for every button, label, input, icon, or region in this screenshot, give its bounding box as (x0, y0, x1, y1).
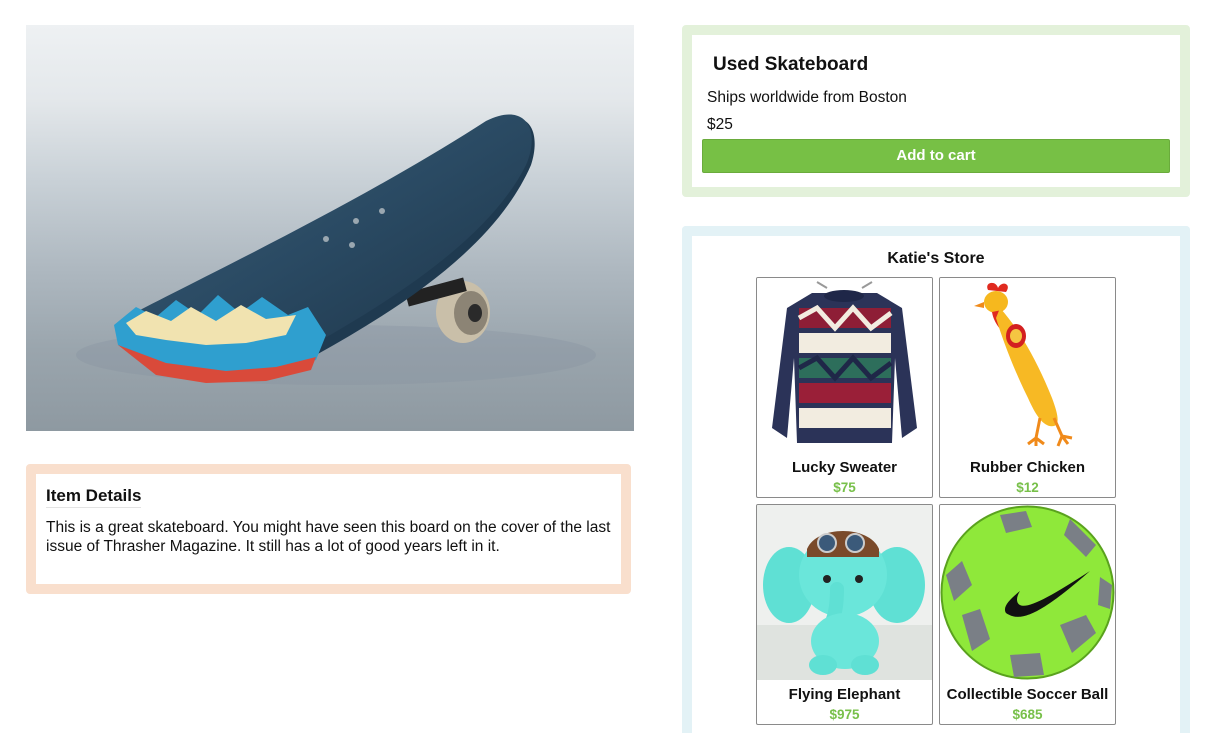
store-item-name: Lucky Sweater (791, 459, 898, 476)
sweater-image (757, 278, 932, 453)
store-item-collectible-soccer-ball[interactable]: Collectible Soccer Ball $685 (939, 504, 1116, 725)
product-title: Used Skateboard (713, 54, 869, 75)
store-item-price: $685 (1012, 707, 1043, 722)
store-item-name: Flying Elephant (788, 686, 901, 703)
store-items-grid: Lucky Sweater $75 Rubber Chicken $12 Fly… (756, 277, 1116, 725)
item-description: This is a great skateboard. You might ha… (46, 519, 611, 555)
store-item-name: Rubber Chicken (969, 459, 1086, 476)
store-item-flying-elephant[interactable]: Flying Elephant $975 (756, 504, 933, 725)
store-item-name: Collectible Soccer Ball (946, 686, 1109, 703)
store-item-rubber-chicken[interactable]: Rubber Chicken $12 (939, 277, 1116, 498)
store-item-price: $975 (829, 707, 860, 722)
store-panel: Katie's Store Lucky Sweater $75 Rubber C… (682, 226, 1190, 733)
product-price: $25 (707, 116, 733, 133)
store-item-lucky-sweater[interactable]: Lucky Sweater $75 (756, 277, 933, 498)
skateboard-photo (26, 25, 634, 431)
rubber-chicken-image (940, 278, 1115, 453)
add-to-cart-button[interactable]: Add to cart (702, 139, 1170, 173)
product-panel: Used Skateboard Ships worldwide from Bos… (682, 25, 1190, 197)
item-details-panel: Item Details This is a great skateboard.… (26, 464, 631, 594)
store-item-price: $75 (833, 480, 856, 495)
shipping-info: Ships worldwide from Boston (707, 89, 907, 106)
soccer-ball-image (940, 505, 1115, 680)
item-details-heading: Item Details (46, 486, 142, 508)
plush-elephant-image (757, 505, 932, 680)
store-name: Katie's Store (887, 250, 985, 267)
store-item-price: $12 (1016, 480, 1039, 495)
